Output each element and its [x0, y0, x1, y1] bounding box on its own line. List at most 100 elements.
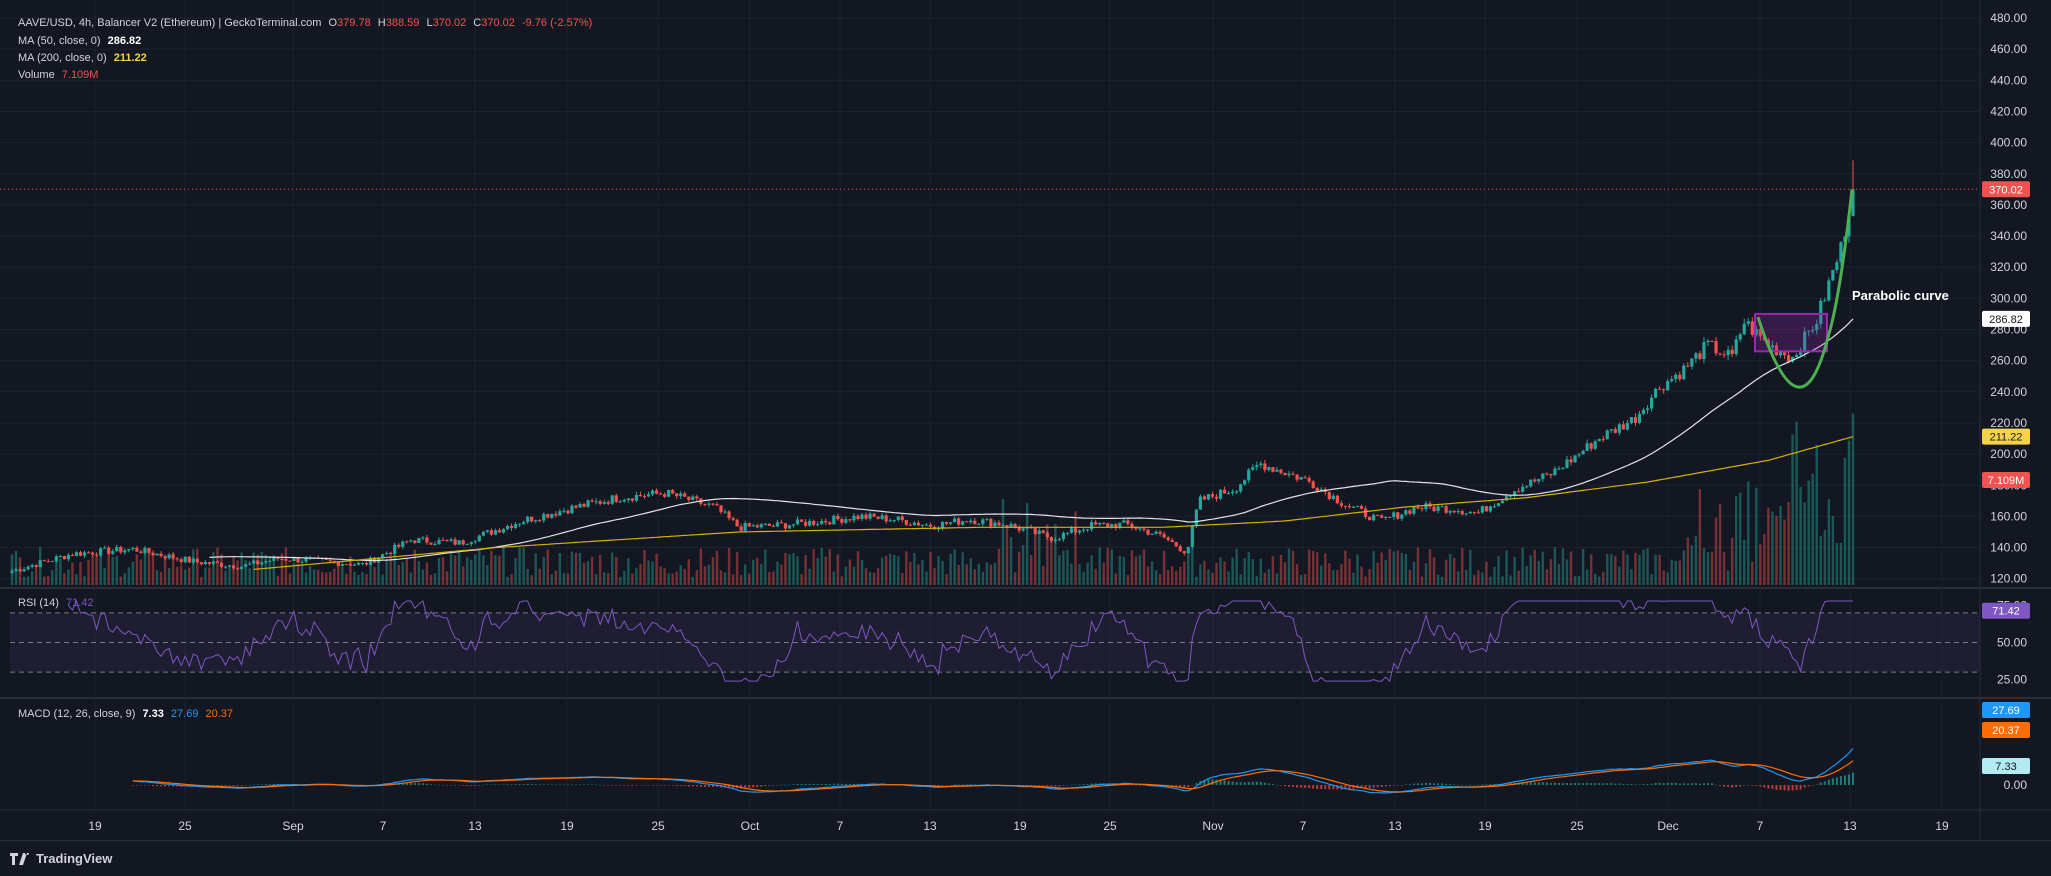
volume-bar: [623, 570, 626, 585]
candle-body: [1690, 358, 1694, 367]
candle-body: [920, 524, 925, 526]
volume-bar: [1175, 571, 1178, 585]
y-tick-label: 160.00: [1990, 509, 2027, 523]
volume-bar: [1316, 552, 1319, 585]
macd-hist-bar: [466, 785, 469, 786]
volume-bar: [1283, 562, 1287, 585]
candle-body: [1504, 496, 1509, 501]
macd-hist-bar: [1400, 784, 1403, 786]
candle-body: [1654, 388, 1658, 398]
candle-body: [449, 539, 453, 541]
candle-body: [1307, 477, 1311, 482]
macd-hist-bar: [1424, 782, 1427, 785]
volume-bar: [361, 572, 364, 585]
volume-bar: [985, 562, 989, 585]
macd-histogram: [131, 772, 1854, 791]
macd-hist-bar: [699, 785, 702, 787]
volume-bar: [868, 572, 872, 585]
macd-hist-bar: [1698, 783, 1701, 785]
macd-hist-bar: [220, 785, 223, 786]
macd-legend[interactable]: MACD (12, 26, close, 9) 7.33 27.69 20.37: [18, 708, 237, 720]
candle-body: [389, 553, 393, 555]
tradingview-logo[interactable]: TradingView: [10, 851, 112, 866]
candle-body: [54, 556, 58, 562]
candle-body: [1388, 516, 1392, 518]
macd-hist-bar: [1682, 783, 1685, 785]
volume-bar: [1009, 537, 1013, 585]
macd-hist-bar: [812, 783, 815, 785]
macd-hist-bar: [1058, 785, 1061, 787]
x-tick-label: 25: [1103, 819, 1117, 833]
volume-bar: [1138, 555, 1142, 585]
macd-hist-bar: [542, 784, 545, 785]
candle-body: [876, 516, 880, 519]
candle-body: [1299, 477, 1303, 480]
candle-body: [715, 504, 719, 506]
rsi-legend[interactable]: RSI (14) 71.42: [18, 597, 98, 609]
ma200-legend[interactable]: MA (200, close, 0) 211.22: [18, 52, 151, 64]
macd-hist-bar: [429, 784, 432, 785]
candle-body: [433, 543, 437, 545]
candle-body: [1456, 511, 1460, 513]
macd-hist-bar: [695, 785, 698, 787]
candle-body: [1448, 510, 1452, 513]
open-label: O: [328, 17, 338, 29]
volume-bar: [1827, 499, 1831, 585]
volume-bar: [1158, 573, 1162, 585]
macd-hist-bar: [522, 784, 525, 785]
candle-body: [517, 523, 522, 525]
candle-body: [1746, 321, 1750, 324]
symbol-legend[interactable]: AAVE/USD, 4h, Balancer V2 (Ethereum) | G…: [18, 17, 596, 29]
volume-legend[interactable]: Volume 7.109M: [18, 69, 102, 81]
macd-hist-bar: [1727, 785, 1730, 788]
volume-bar: [163, 556, 167, 585]
macd-hist-bar: [506, 784, 509, 785]
volume-bar: [901, 572, 904, 585]
ma200-line: [253, 436, 1854, 570]
candle-body: [1259, 463, 1263, 466]
volume-bar: [1086, 562, 1089, 585]
volume-bar: [1521, 547, 1524, 585]
rsi-tick-label: 25.00: [1997, 673, 2027, 687]
candle-body: [675, 493, 679, 497]
candle-body: [727, 511, 731, 519]
candle-body: [872, 513, 876, 517]
macd-hist-bar: [1715, 784, 1718, 786]
macd-hist-bar: [482, 784, 485, 786]
rsi-label: RSI (14): [18, 597, 59, 609]
macd-hist-bar: [212, 785, 215, 786]
candle-body: [260, 562, 264, 565]
volume-bar: [691, 576, 695, 585]
macd-hist-bar: [164, 785, 167, 787]
candle-body: [989, 518, 993, 527]
candle-body: [1218, 489, 1223, 499]
volume-bar: [1344, 550, 1347, 585]
volume-bar: [1497, 556, 1500, 585]
volume-bar: [1271, 556, 1275, 585]
volume-bar: [498, 555, 501, 585]
candle-body: [1126, 520, 1130, 524]
candle-body: [812, 520, 816, 525]
volume-bar: [1706, 552, 1710, 585]
volume-bar: [727, 547, 731, 585]
volume-bar: [1763, 533, 1766, 585]
chart-svg[interactable]: 19 25 Sep 7 13 19 25 Oct 7 13 19 25 Nov 7 13 19 25 Dec 7 13…: [0, 0, 2051, 840]
candle-body: [590, 500, 594, 502]
volume-bar: [506, 576, 509, 585]
candle-body: [779, 522, 784, 524]
volume-bar: [1396, 550, 1399, 585]
x-tick-label: 19: [1478, 819, 1492, 833]
macd-hist-bar: [1296, 785, 1299, 788]
volume-bar: [1162, 550, 1166, 585]
macd-hist-bar: [502, 784, 505, 785]
candle-body: [429, 542, 433, 545]
candle-body: [598, 501, 602, 504]
y-tick-label: 240.00: [1990, 385, 2027, 399]
macd-hist-bar: [1429, 782, 1432, 785]
ma50-legend[interactable]: MA (50, close, 0) 286.82: [18, 35, 145, 47]
macd-hist-bar: [1082, 784, 1085, 785]
candle-body: [1263, 463, 1267, 471]
volume-bar: [760, 564, 763, 585]
volume-bar: [1372, 551, 1375, 585]
volume-bar: [1070, 563, 1073, 585]
